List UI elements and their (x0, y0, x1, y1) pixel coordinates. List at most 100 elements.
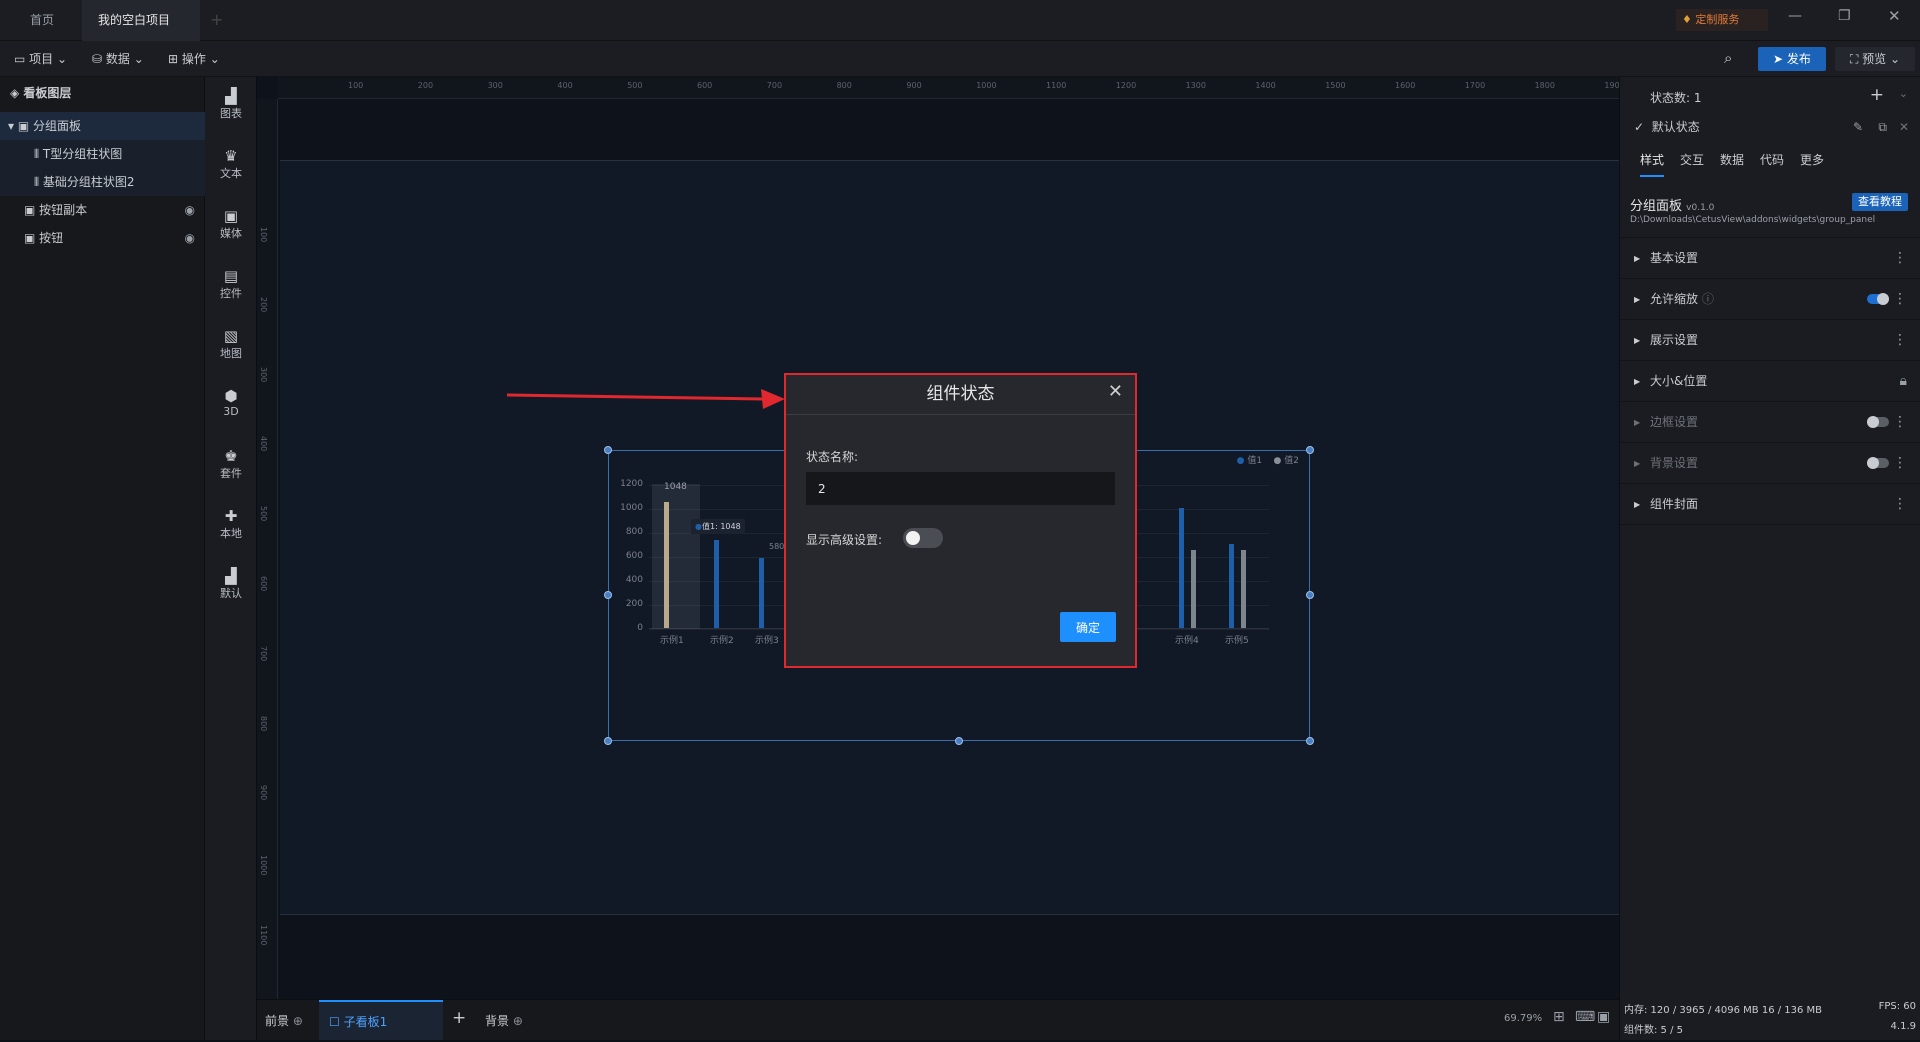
puzzle-icon: ✚ (224, 507, 238, 525)
iconbar-3d[interactable]: ⬢ 3D (205, 387, 257, 418)
background-toggle[interactable] (1867, 457, 1889, 469)
tab-home[interactable]: 首页 (14, 0, 70, 41)
iconbar-label: 3D (223, 405, 239, 418)
preview-button[interactable]: ⛶ 预览 ⌄ (1835, 47, 1915, 71)
layer-group-panel[interactable]: ▾ ▣ 分组面板 (0, 112, 205, 140)
legend-dot-icon: ● (1273, 456, 1282, 466)
delete-icon[interactable]: ✕ (1899, 113, 1909, 141)
zoom-toggle[interactable] (1867, 293, 1889, 305)
resize-handle[interactable] (1306, 737, 1314, 745)
tab-sub-board[interactable]: ☐ 子看板1 (319, 1000, 443, 1040)
terminal-icon[interactable]: ▣ (1597, 1009, 1610, 1025)
tab-interaction[interactable]: 交互 (1680, 147, 1704, 173)
menu-ops-label: 操作 (181, 52, 206, 66)
add-state-icon[interactable]: + (1870, 85, 1884, 105)
iconbar-local[interactable]: ✚ 本地 (205, 507, 257, 541)
help-icon[interactable]: ⓘ (1702, 292, 1714, 306)
close-window-icon[interactable]: ✕ (1888, 7, 1901, 25)
iconbar-default[interactable]: ▟ 默认 (205, 567, 257, 601)
iconbar-media[interactable]: ▣ 媒体 (205, 207, 257, 241)
tab-style[interactable]: 样式 (1640, 147, 1665, 177)
hidden-eye-icon[interactable]: ◉ (185, 224, 195, 252)
hidden-eye-icon[interactable]: ◉ (185, 196, 195, 224)
section-background[interactable]: ▶ 背景设置 ⋮ (1620, 443, 1920, 484)
advanced-settings-toggle[interactable] (903, 528, 943, 548)
section-basic[interactable]: ▶ 基本设置 ⋮ (1620, 238, 1920, 279)
resize-handle[interactable] (604, 737, 612, 745)
zoom-level[interactable]: 69.79% (1504, 1013, 1542, 1024)
section-zoom[interactable]: ▶ 允许缩放 ⓘ ⋮ (1620, 279, 1920, 320)
menu-project[interactable]: ▭ 项目 ⌄ (14, 41, 67, 77)
y-tick-label: 0 (637, 623, 643, 633)
minimize-icon[interactable]: — (1788, 8, 1802, 24)
iconbar-label: 地图 (220, 347, 242, 360)
layer-label: 基础分组柱状图2 (42, 175, 135, 189)
section-cover[interactable]: ▶ 组件封面 ⋮ (1620, 484, 1920, 525)
publish-button[interactable]: ➤ 发布 (1758, 47, 1826, 71)
tab-foreground[interactable]: 前景 ⊕ (265, 1012, 303, 1029)
tab-background[interactable]: 背景 ⊕ (485, 1012, 523, 1029)
resize-handle[interactable] (604, 591, 612, 599)
x-tick-label: 示例3 (755, 636, 779, 646)
resize-handle[interactable] (1306, 446, 1314, 454)
new-tab-icon[interactable]: + (210, 10, 223, 29)
more-icon[interactable]: ⋮ (1893, 279, 1907, 320)
edit-icon[interactable]: ✎ (1853, 113, 1863, 141)
keyboard-icon[interactable]: ⌨ (1575, 1009, 1595, 1025)
background-label: 背景 (485, 1014, 510, 1028)
border-toggle[interactable] (1867, 416, 1889, 428)
resize-handle[interactable] (1306, 591, 1314, 599)
layer-button[interactable]: ▣ 按钮 ◉ (0, 224, 205, 252)
diamond-icon: ♦ (1682, 13, 1696, 26)
resize-handle[interactable] (955, 737, 963, 745)
section-label: 边框设置 (1650, 415, 1699, 429)
close-icon[interactable]: ✕ (1108, 381, 1123, 402)
app-version: 4.1.9 (1890, 1021, 1916, 1032)
iconbar-kit[interactable]: ♚ 套件 (205, 447, 257, 481)
lock-icon[interactable]: 🔒︎ (1900, 361, 1907, 402)
tab-project[interactable]: 我的空白项目 (82, 0, 200, 66)
fit-screen-icon[interactable]: ⊞ (1553, 1009, 1565, 1025)
section-size-position[interactable]: ▶ 大小&位置 🔒︎ (1620, 361, 1920, 402)
tab-code[interactable]: 代码 (1760, 147, 1784, 173)
resize-handle[interactable] (604, 446, 612, 454)
layers-title: ◈ 看板图层 (10, 86, 72, 100)
chevron-down-icon[interactable]: ⌄ (1899, 87, 1908, 100)
ok-button[interactable]: 确定 (1060, 612, 1116, 642)
section-border[interactable]: ▶ 边框设置 ⋮ (1620, 402, 1920, 443)
search-icon[interactable]: ⌕ (1724, 49, 1732, 67)
iconbar-control[interactable]: ▤ 控件 (205, 267, 257, 301)
section-display[interactable]: ▶ 展示设置 ⋮ (1620, 320, 1920, 361)
ruler-tick-label: 900 (259, 785, 268, 801)
copy-icon[interactable]: ⧉ (1878, 113, 1887, 141)
more-icon[interactable]: ⋮ (1893, 484, 1907, 525)
menu-data[interactable]: ⛁ 数据 ⌄ (92, 41, 144, 77)
add-circle-icon[interactable]: ⊕ (513, 1014, 523, 1028)
tab-more[interactable]: 更多 (1800, 147, 1824, 173)
add-circle-icon[interactable]: ⊕ (293, 1014, 303, 1028)
advanced-settings-label: 显示高级设置: (806, 533, 883, 547)
more-icon[interactable]: ⋮ (1893, 320, 1907, 361)
iconbar-label: 默认 (220, 587, 242, 600)
more-icon[interactable]: ⋮ (1893, 402, 1907, 443)
state-name-input[interactable] (806, 472, 1115, 505)
custom-service-button[interactable]: ♦ 定制服务 (1676, 9, 1768, 31)
restore-icon[interactable]: ❐ (1838, 8, 1851, 24)
add-board-icon[interactable]: + (452, 1008, 466, 1028)
default-state-row[interactable]: ✓ 默认状态 ✎ ⧉ ✕ (1620, 113, 1920, 141)
more-icon[interactable]: ⋮ (1893, 238, 1907, 279)
ruler-tick-label: 1000 (976, 81, 997, 90)
iconbar-chart[interactable]: ▟ 图表 (205, 87, 257, 121)
iconbar-map[interactable]: ▧ 地图 (205, 327, 257, 361)
layer-basic-bar-chart[interactable]: ⫴ 基础分组柱状图2 (0, 168, 205, 196)
layer-button-copy[interactable]: ▣ 按钮副本 ◉ (0, 196, 205, 224)
component-iconbar: ▟ 图表 ♛ 文本 ▣ 媒体 ▤ 控件 ▧ 地图 ⬢ 3D ♚ 套件 ✚ 本地 ▟ 默认 (205, 77, 257, 1040)
menu-ops[interactable]: ⊞ 操作 ⌄ (168, 41, 220, 77)
tutorial-button[interactable]: 查看教程 (1852, 193, 1908, 211)
component-name: 分组面板 v0.1.0 (1630, 195, 1714, 214)
iconbar-text[interactable]: ♛ 文本 (205, 147, 257, 181)
more-icon[interactable]: ⋮ (1893, 443, 1907, 484)
tab-data[interactable]: 数据 (1720, 147, 1744, 173)
layer-label: T型分组柱状图 (42, 147, 123, 161)
layer-t-bar-chart[interactable]: ⫴ T型分组柱状图 (0, 140, 205, 168)
